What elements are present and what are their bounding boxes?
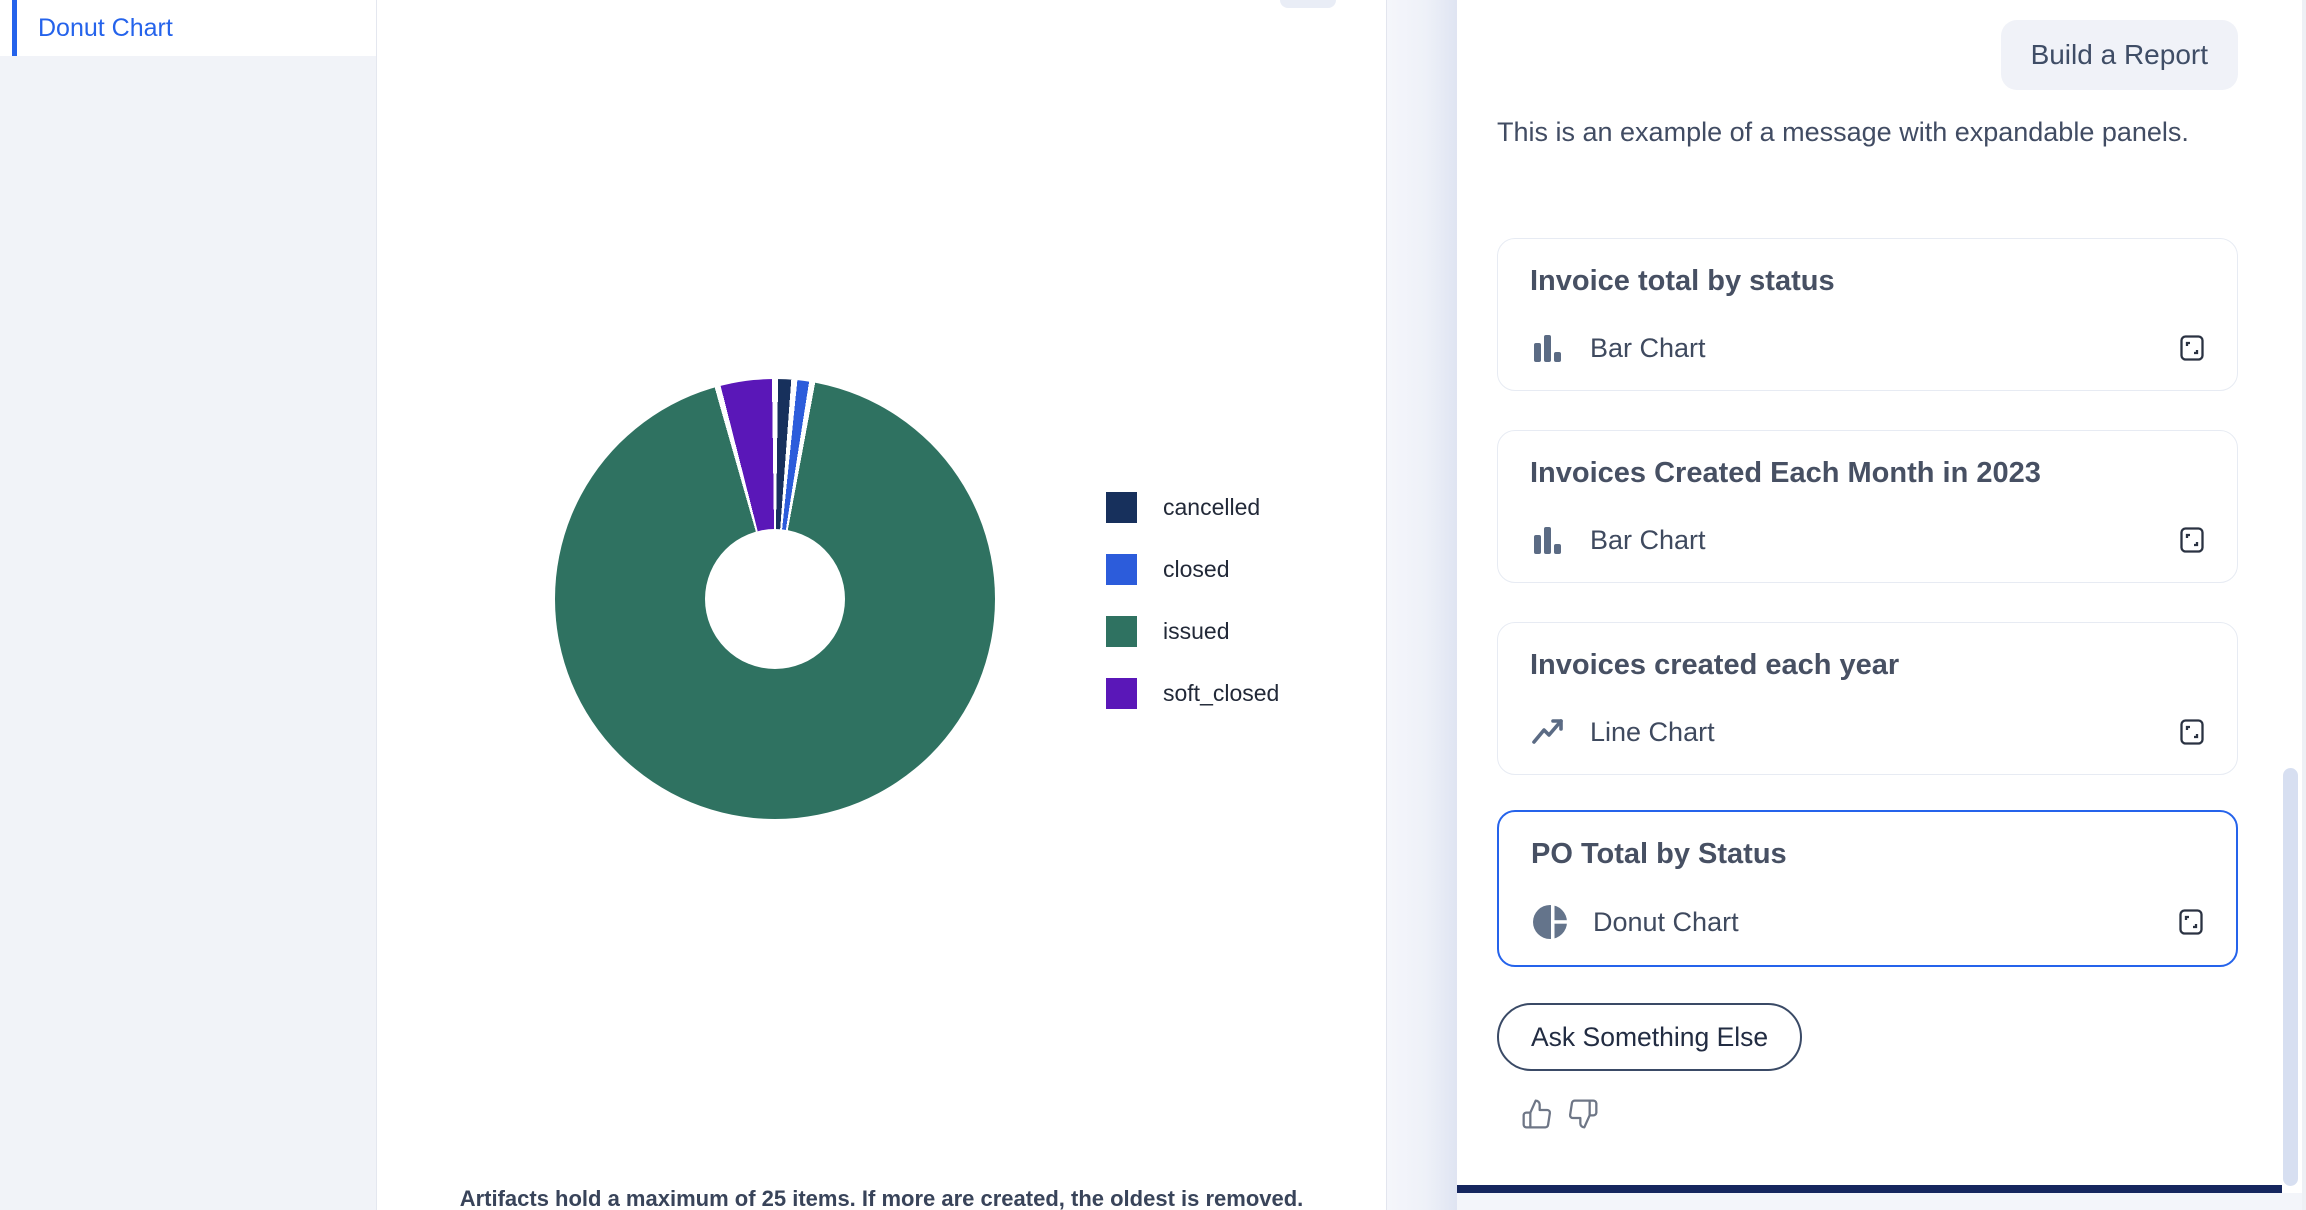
active-indicator — [12, 0, 17, 56]
panel-scrollbar-thumb[interactable] — [2283, 768, 2298, 1186]
card-chart-type: Donut Chart — [1593, 907, 1739, 938]
card-chart-type: Bar Chart — [1590, 333, 1706, 364]
sidebar-item-donut-chart[interactable]: Donut Chart — [0, 0, 376, 56]
bar-chart-icon — [1530, 522, 1566, 558]
panel-scrollbar-track — [2302, 0, 2306, 1210]
expand-icon[interactable] — [2176, 907, 2206, 937]
expand-icon[interactable] — [2177, 717, 2207, 747]
ask-something-else-button[interactable]: Ask Something Else — [1497, 1003, 1802, 1071]
donut-chart-icon — [1531, 903, 1569, 941]
bar-chart-icon — [1530, 330, 1566, 366]
card-title: Invoices created each year — [1530, 649, 2207, 682]
feedback-row — [1521, 1098, 1599, 1130]
artifacts-sidebar: Donut Chart — [0, 0, 377, 1210]
card-title: PO Total by Status — [1531, 838, 2206, 871]
legend-label-cancelled: cancelled — [1163, 494, 1260, 521]
legend-item: cancelled — [1106, 492, 1279, 523]
thumbs-down-icon[interactable] — [1567, 1098, 1599, 1130]
thumbs-up-icon[interactable] — [1521, 1098, 1553, 1130]
input-area-edge — [1457, 1193, 2306, 1210]
card-title: Invoices Created Each Month in 2023 — [1530, 457, 2207, 490]
cutoff-toolbar-chip[interactable] — [1280, 0, 1336, 8]
card-title: Invoice total by status — [1530, 265, 2207, 298]
donut-chart[interactable] — [555, 379, 995, 819]
line-chart-icon — [1530, 714, 1566, 750]
legend-swatch-soft-closed — [1106, 678, 1137, 709]
artifacts-limit-caption: Artifacts hold a maximum of 25 items. If… — [377, 1186, 1386, 1210]
input-area-divider — [1457, 1185, 2282, 1193]
card-invoice-total-by-status[interactable]: Invoice total by status Bar Chart — [1497, 238, 2238, 391]
card-invoices-created-each-month[interactable]: Invoices Created Each Month in 2023 Bar … — [1497, 430, 2238, 583]
assistant-message: This is an example of a message with exp… — [1497, 112, 2197, 153]
legend-item: soft_closed — [1106, 678, 1279, 709]
assistant-panel: Build a Report This is an example of a m… — [1457, 0, 2306, 1210]
legend-swatch-closed — [1106, 554, 1137, 585]
app-window: Donut Chart cancelled closed issued soft… — [0, 0, 2306, 1210]
build-a-report-button[interactable]: Build a Report — [2001, 20, 2238, 90]
legend-swatch-issued — [1106, 616, 1137, 647]
legend-swatch-cancelled — [1106, 492, 1137, 523]
expand-icon[interactable] — [2177, 333, 2207, 363]
card-chart-type: Line Chart — [1590, 717, 1715, 748]
chart-artifact-area: cancelled closed issued soft_closed Arti… — [377, 0, 1386, 1210]
legend-item: closed — [1106, 554, 1279, 585]
card-po-total-by-status[interactable]: PO Total by Status Donut Chart — [1497, 810, 2238, 967]
legend-item: issued — [1106, 616, 1279, 647]
chart-legend: cancelled closed issued soft_closed — [1106, 492, 1279, 740]
legend-label-soft-closed: soft_closed — [1163, 680, 1279, 707]
card-invoices-created-each-year[interactable]: Invoices created each year Line Chart — [1497, 622, 2238, 775]
legend-label-issued: issued — [1163, 618, 1229, 645]
card-chart-type: Bar Chart — [1590, 525, 1706, 556]
legend-label-closed: closed — [1163, 556, 1229, 583]
sidebar-item-label: Donut Chart — [38, 14, 173, 43]
panel-gap-strip — [1386, 0, 1457, 1210]
expand-icon[interactable] — [2177, 525, 2207, 555]
